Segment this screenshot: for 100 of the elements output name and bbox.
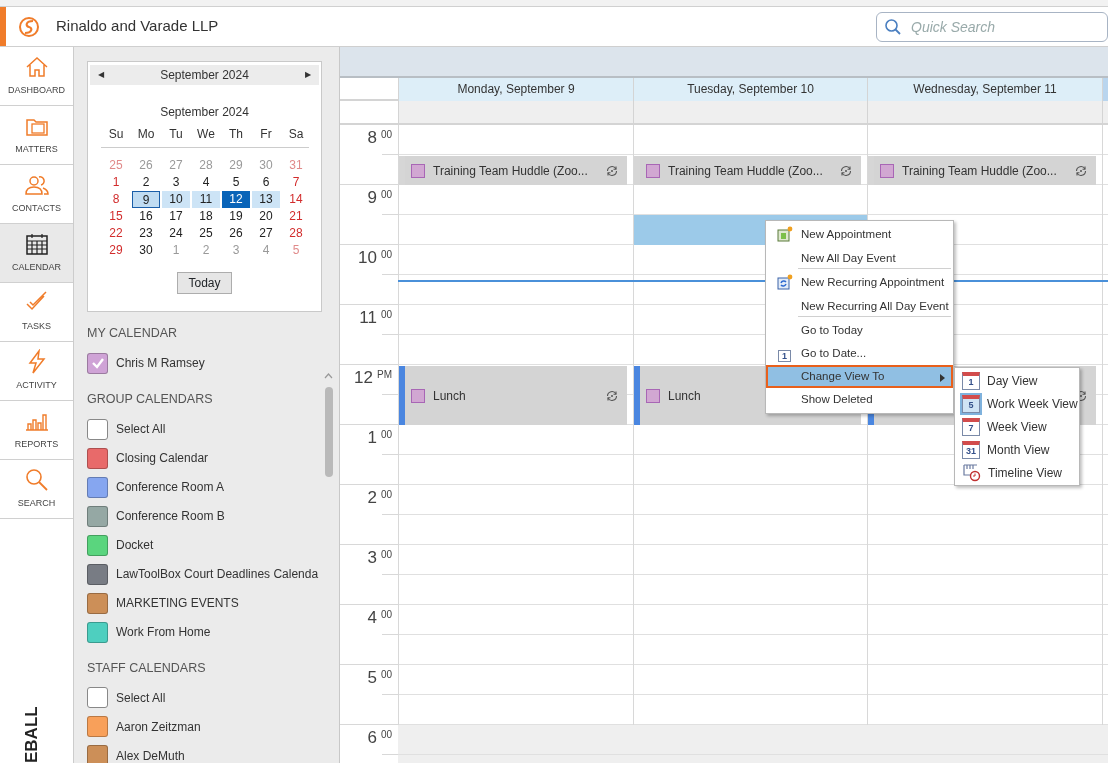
day-header-edge [1102, 78, 1108, 101]
nav-item[interactable]: ACTIVITY [0, 342, 73, 401]
menu-item[interactable]: 31 Month View [955, 438, 1079, 461]
recurring-icon [1074, 163, 1088, 178]
calendar-page-icon: 5 [962, 394, 980, 413]
day-cell[interactable]: 15 [102, 208, 130, 225]
calendar-page-icon: 1 [962, 371, 980, 390]
day-cell[interactable]: 29 [102, 242, 130, 259]
menu-item[interactable]: 1 Go to Date... [766, 342, 953, 365]
menu-item[interactable]: 5 Work Week View [955, 392, 1079, 415]
nav-item[interactable]: REPORTS [0, 401, 73, 460]
weekday-label: Su [107, 126, 125, 143]
day-cell[interactable]: 23 [132, 225, 160, 242]
event-title: Training Team Huddle (Zoo... [433, 162, 588, 180]
search-icon [884, 18, 902, 36]
category-swatch [411, 388, 425, 403]
day-cell[interactable]: 10 [162, 191, 190, 208]
nav-item[interactable]: MATTERS [0, 106, 73, 165]
event-title: Lunch [668, 387, 701, 405]
day-cell[interactable]: 4 [192, 174, 220, 191]
day-cell[interactable]: 19 [222, 208, 250, 225]
calendar-page-icon: 7 [962, 417, 980, 436]
day-cell[interactable]: 7 [282, 174, 310, 191]
next-month-button[interactable]: ▶ [305, 69, 311, 81]
section-heading: MY CALENDAR [87, 325, 179, 342]
day-cell[interactable]: 21 [282, 208, 310, 225]
recurring-appointment-icon [776, 274, 793, 291]
weekday-label: We [196, 126, 216, 143]
weekday-label: Fr [259, 126, 273, 143]
calendar-checkbox[interactable] [87, 687, 108, 709]
event-title: Training Team Huddle (Zoo... [668, 162, 823, 180]
event-title: Lunch [433, 387, 466, 405]
day-cell[interactable]: 18 [192, 208, 220, 225]
menu-item[interactable]: 1 Day View [955, 369, 1079, 392]
event-block[interactable]: Training Team Huddle (Zoo... [399, 156, 627, 185]
menu-item[interactable]: New Recurring Appointment [766, 271, 953, 294]
menu-item[interactable]: Timeline View [955, 461, 1079, 484]
menu-item[interactable]: Change View To [766, 365, 953, 388]
search-field[interactable]: Quick Search [876, 12, 1108, 42]
day-cell[interactable]: 27 [252, 225, 280, 242]
month-title: September 2024 [159, 104, 250, 121]
day-cell[interactable]: 11 [192, 191, 220, 208]
day-cell[interactable]: 8 [102, 191, 130, 208]
submenu-arrow-icon [940, 374, 945, 382]
day-cell[interactable]: 3 [162, 174, 190, 191]
calendar-icon [23, 231, 50, 258]
day-cell[interactable]: 5 [222, 174, 250, 191]
event-title: Training Team Huddle (Zoo... [902, 162, 1057, 180]
day-cell[interactable]: 22 [102, 225, 130, 242]
weekday-label: Sa [287, 126, 305, 143]
day-cell[interactable]: 24 [162, 225, 190, 242]
day-cell[interactable]: 26 [222, 225, 250, 242]
day-cell[interactable]: 1 [102, 174, 130, 191]
weekday-label: Th [228, 126, 244, 143]
app-title: Rinaldo and Varade LLP [56, 16, 219, 37]
calendar-name: Select All [116, 689, 166, 707]
calendar-checkbox[interactable] [87, 418, 108, 440]
nav-item[interactable]: DASHBOARD [0, 47, 73, 106]
day-cell[interactable]: 28 [282, 225, 310, 242]
month-label: September 2024 [160, 67, 249, 84]
calendar-name: Docket [116, 537, 154, 554]
nav-item[interactable]: TASKS [0, 283, 73, 342]
day-cell[interactable]: 17 [162, 208, 190, 225]
day-cell[interactable]: 12 [222, 191, 250, 208]
nav-item[interactable]: SEARCH [0, 460, 73, 519]
calendar-name: Chris M Ramsey [116, 355, 205, 373]
menu-item[interactable]: Go to Today [766, 319, 953, 342]
recurring-icon [839, 163, 853, 178]
day-cell[interactable]: 6 [252, 174, 280, 191]
day-cell[interactable]: 20 [252, 208, 280, 225]
today-button[interactable]: Today [177, 272, 232, 294]
calendar-name: Conference Room A [116, 479, 225, 496]
category-swatch [411, 163, 425, 178]
weekday-label: Mo [136, 126, 156, 143]
scroll-up-icon[interactable] [324, 373, 333, 379]
recurring-icon [605, 163, 619, 178]
day-cell[interactable]: 30 [132, 242, 160, 259]
category-swatch [646, 163, 660, 178]
go-to-date-icon: 1 [778, 350, 791, 362]
day-cell[interactable]: 9 [132, 191, 160, 208]
event-block[interactable]: Training Team Huddle (Zoo... [634, 156, 861, 185]
day-cell[interactable]: 14 [282, 191, 310, 208]
prev-month-button[interactable]: ◀ [98, 69, 104, 81]
recurring-icon [605, 388, 619, 403]
new-appointment-icon [776, 226, 793, 243]
menu-item[interactable]: New Appointment [766, 223, 953, 246]
day-cell[interactable]: 2 [132, 174, 160, 191]
section-heading: GROUP CALENDARS [87, 390, 214, 408]
brand-text: EBALL [23, 706, 40, 763]
day-cell[interactable]: 13 [252, 191, 280, 208]
event-block[interactable]: Training Team Huddle (Zoo... [868, 156, 1096, 185]
day-cell[interactable]: 25 [192, 225, 220, 242]
day-header: Wednesday, September 11 [867, 78, 1102, 101]
day-cell[interactable]: 16 [132, 208, 160, 225]
nav-item[interactable]: CALENDAR [0, 224, 73, 283]
day-header: Monday, September 9 [398, 78, 633, 101]
event-block[interactable]: Lunch [399, 366, 627, 425]
weekday-label: Tu [168, 126, 184, 143]
scrollbar-thumb[interactable] [325, 387, 333, 477]
menu-item[interactable]: 7 Week View [955, 415, 1079, 438]
